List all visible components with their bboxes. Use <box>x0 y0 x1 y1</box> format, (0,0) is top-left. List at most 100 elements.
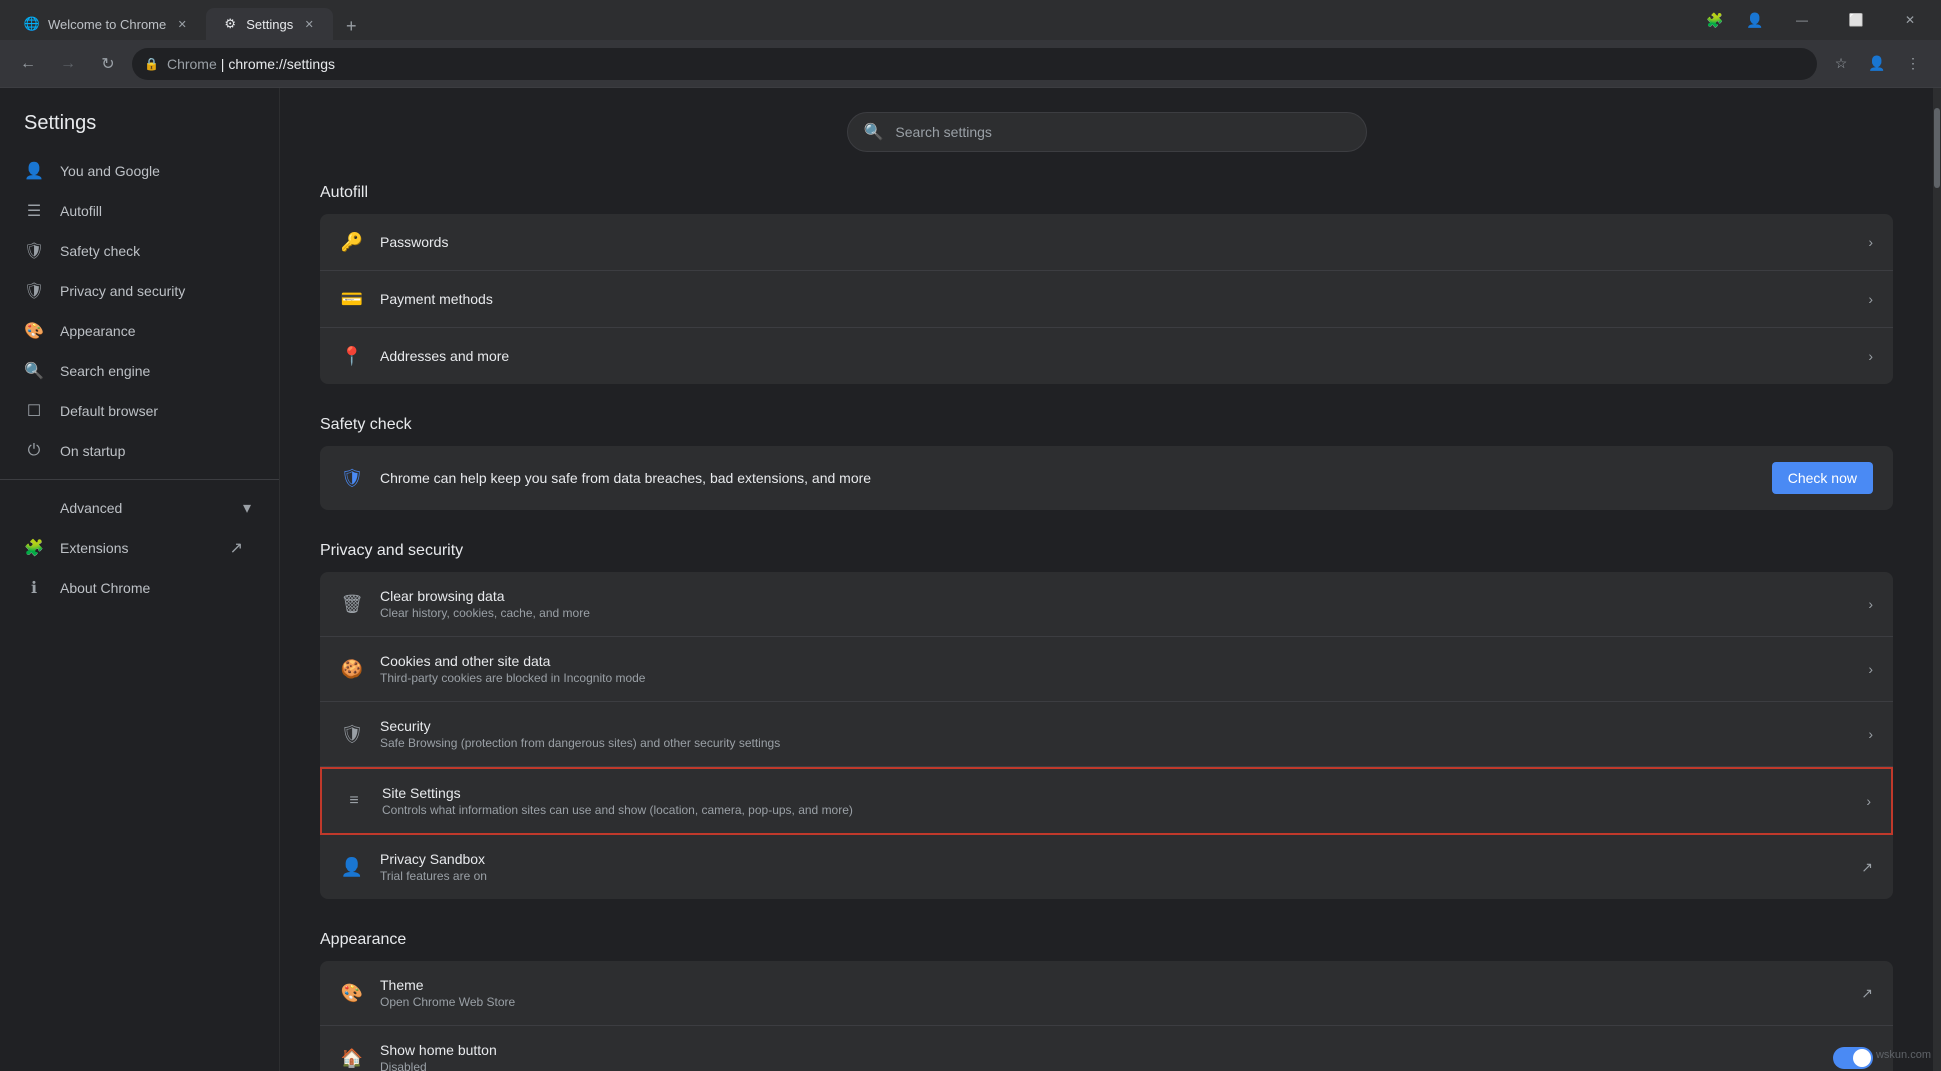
you-and-google-label: You and Google <box>60 163 160 179</box>
appearance-section-title: Appearance <box>320 931 1893 949</box>
theme-icon: 🎨 <box>340 981 364 1005</box>
default-browser-icon: ☐ <box>24 401 44 421</box>
site-settings-arrow-icon: › <box>1866 793 1871 809</box>
sidebar-item-extensions[interactable]: 🧩 Extensions ↗ <box>0 528 267 568</box>
maximize-button[interactable]: ⬜ <box>1833 4 1879 36</box>
addresses-row[interactable]: 📍 Addresses and more › <box>320 328 1893 384</box>
tab-settings[interactable]: ⚙ Settings ✕ <box>206 8 333 40</box>
site-settings-icon: ≡ <box>342 789 366 813</box>
clear-browsing-row[interactable]: 🗑 Clear browsing data Clear history, coo… <box>320 572 1893 637</box>
passwords-title: Passwords <box>380 234 1852 250</box>
sidebar-item-privacy-security[interactable]: 🛡 Privacy and security <box>0 271 267 311</box>
site-settings-row[interactable]: ≡ Site Settings Controls what informatio… <box>320 767 1893 835</box>
cookies-content: Cookies and other site data Third-party … <box>380 653 1852 685</box>
menu-button[interactable]: ⋮ <box>1897 48 1929 80</box>
security-row[interactable]: 🛡 Security Safe Browsing (protection fro… <box>320 702 1893 767</box>
bookmark-button[interactable]: ☆ <box>1825 48 1857 80</box>
privacy-card: 🗑 Clear browsing data Clear history, coo… <box>320 572 1893 899</box>
extensions-external-icon: ↗ <box>230 538 243 558</box>
check-now-button[interactable]: Check now <box>1772 462 1873 494</box>
sidebar-divider <box>0 479 279 480</box>
sidebar-item-safety-check[interactable]: 🛡 Safety check <box>0 231 267 271</box>
safety-check-label: Safety check <box>60 243 140 259</box>
sidebar-item-appearance[interactable]: 🎨 Appearance <box>0 311 267 351</box>
sidebar-item-advanced[interactable]: Advanced ▾ <box>0 488 267 528</box>
title-bar-controls: 🧩 👤 — ⬜ ✕ <box>1699 4 1933 36</box>
advanced-chevron-icon: ▾ <box>243 498 251 518</box>
forward-button[interactable]: → <box>52 48 84 80</box>
advanced-label: Advanced <box>60 500 122 516</box>
address-path: chrome://settings <box>228 56 335 72</box>
about-chrome-label: About Chrome <box>60 580 150 596</box>
security-content: Security Safe Browsing (protection from … <box>380 718 1852 750</box>
advanced-left: Advanced <box>24 498 122 518</box>
address-bar[interactable]: 🔒 Chrome | chrome://settings <box>132 48 1817 80</box>
autofill-section: Autofill 🔑 Passwords › 💳 Payment methods <box>320 184 1893 384</box>
passwords-content: Passwords <box>380 234 1852 250</box>
sidebar-item-you-and-google[interactable]: 👤 You and Google <box>0 151 267 191</box>
sidebar: Settings 👤 You and Google ☰ Autofill 🛡 S… <box>0 88 280 1071</box>
home-button-toggle[interactable] <box>1833 1047 1873 1069</box>
sidebar-item-autofill[interactable]: ☰ Autofill <box>0 191 267 231</box>
welcome-tab-close[interactable]: ✕ <box>174 16 190 32</box>
advanced-icon <box>24 498 44 518</box>
minimize-button[interactable]: — <box>1779 4 1825 36</box>
cookies-arrow-icon: › <box>1868 661 1873 677</box>
nav-bar: ← → ↻ 🔒 Chrome | chrome://settings ☆ 👤 ⋮ <box>0 40 1941 88</box>
security-arrow-icon: › <box>1868 726 1873 742</box>
cookies-title: Cookies and other site data <box>380 653 1852 669</box>
site-settings-title: Site Settings <box>382 785 1850 801</box>
new-tab-button[interactable]: + <box>337 12 365 40</box>
home-button-row[interactable]: 🏠 Show home button Disabled <box>320 1026 1893 1071</box>
passwords-icon: 🔑 <box>340 230 364 254</box>
address-text: Chrome | chrome://settings <box>167 56 335 72</box>
extensions-puzzle-button[interactable]: 🧩 <box>1699 4 1731 36</box>
sidebar-item-default-browser[interactable]: ☐ Default browser <box>0 391 267 431</box>
search-bar[interactable]: 🔍 <box>847 112 1367 152</box>
payment-methods-row[interactable]: 💳 Payment methods › <box>320 271 1893 328</box>
autofill-card: 🔑 Passwords › 💳 Payment methods › <box>320 214 1893 384</box>
tabs-area: 🌐 Welcome to Chrome ✕ ⚙ Settings ✕ + <box>8 0 1695 40</box>
sidebar-item-on-startup[interactable]: ⏻ On startup <box>0 431 267 471</box>
passwords-row[interactable]: 🔑 Passwords › <box>320 214 1893 271</box>
theme-row[interactable]: 🎨 Theme Open Chrome Web Store ↗ <box>320 961 1893 1026</box>
reload-button[interactable]: ↻ <box>92 48 124 80</box>
cookies-icon: 🍪 <box>340 657 364 681</box>
welcome-tab-title: Welcome to Chrome <box>48 17 166 32</box>
autofill-section-title: Autofill <box>320 184 1893 202</box>
profile-menu-button[interactable]: 👤 <box>1739 4 1771 36</box>
security-title: Security <box>380 718 1852 734</box>
search-container: 🔍 <box>320 112 1893 152</box>
search-engine-icon: 🔍 <box>24 361 44 381</box>
settings-tab-close[interactable]: ✕ <box>301 16 317 32</box>
clear-browsing-content: Clear browsing data Clear history, cooki… <box>380 588 1852 620</box>
main-content: Settings 👤 You and Google ☰ Autofill 🛡 S… <box>0 88 1941 1071</box>
extensions-icon: 🧩 <box>24 538 44 558</box>
profile-button[interactable]: 👤 <box>1861 48 1893 80</box>
scrollbar[interactable] <box>1933 88 1941 1071</box>
autofill-icon: ☰ <box>24 201 44 221</box>
privacy-sandbox-row[interactable]: 👤 Privacy Sandbox Trial features are on … <box>320 835 1893 899</box>
theme-content: Theme Open Chrome Web Store <box>380 977 1845 1009</box>
addresses-title: Addresses and more <box>380 348 1852 364</box>
theme-external-icon: ↗ <box>1861 985 1873 1002</box>
cookies-row[interactable]: 🍪 Cookies and other site data Third-part… <box>320 637 1893 702</box>
sidebar-item-about-chrome[interactable]: ℹ About Chrome <box>0 568 267 608</box>
search-input[interactable] <box>895 124 1349 140</box>
settings-tab-title: Settings <box>246 17 293 32</box>
about-chrome-icon: ℹ <box>24 578 44 598</box>
tab-welcome[interactable]: 🌐 Welcome to Chrome ✕ <box>8 8 206 40</box>
browser-frame: 🌐 Welcome to Chrome ✕ ⚙ Settings ✕ + 🧩 👤… <box>0 0 1941 1071</box>
back-button[interactable]: ← <box>12 48 44 80</box>
default-browser-label: Default browser <box>60 403 158 419</box>
watermark: wskun.com <box>1876 1049 1931 1061</box>
sidebar-item-search-engine[interactable]: 🔍 Search engine <box>0 351 267 391</box>
privacy-security-label: Privacy and security <box>60 283 185 299</box>
home-button-content: Show home button Disabled <box>380 1042 1817 1071</box>
addresses-icon: 📍 <box>340 344 364 368</box>
toggle-thumb <box>1853 1049 1871 1067</box>
on-startup-icon: ⏻ <box>24 441 44 461</box>
home-button-icon: 🏠 <box>340 1046 364 1070</box>
close-button[interactable]: ✕ <box>1887 4 1933 36</box>
addresses-content: Addresses and more <box>380 348 1852 364</box>
